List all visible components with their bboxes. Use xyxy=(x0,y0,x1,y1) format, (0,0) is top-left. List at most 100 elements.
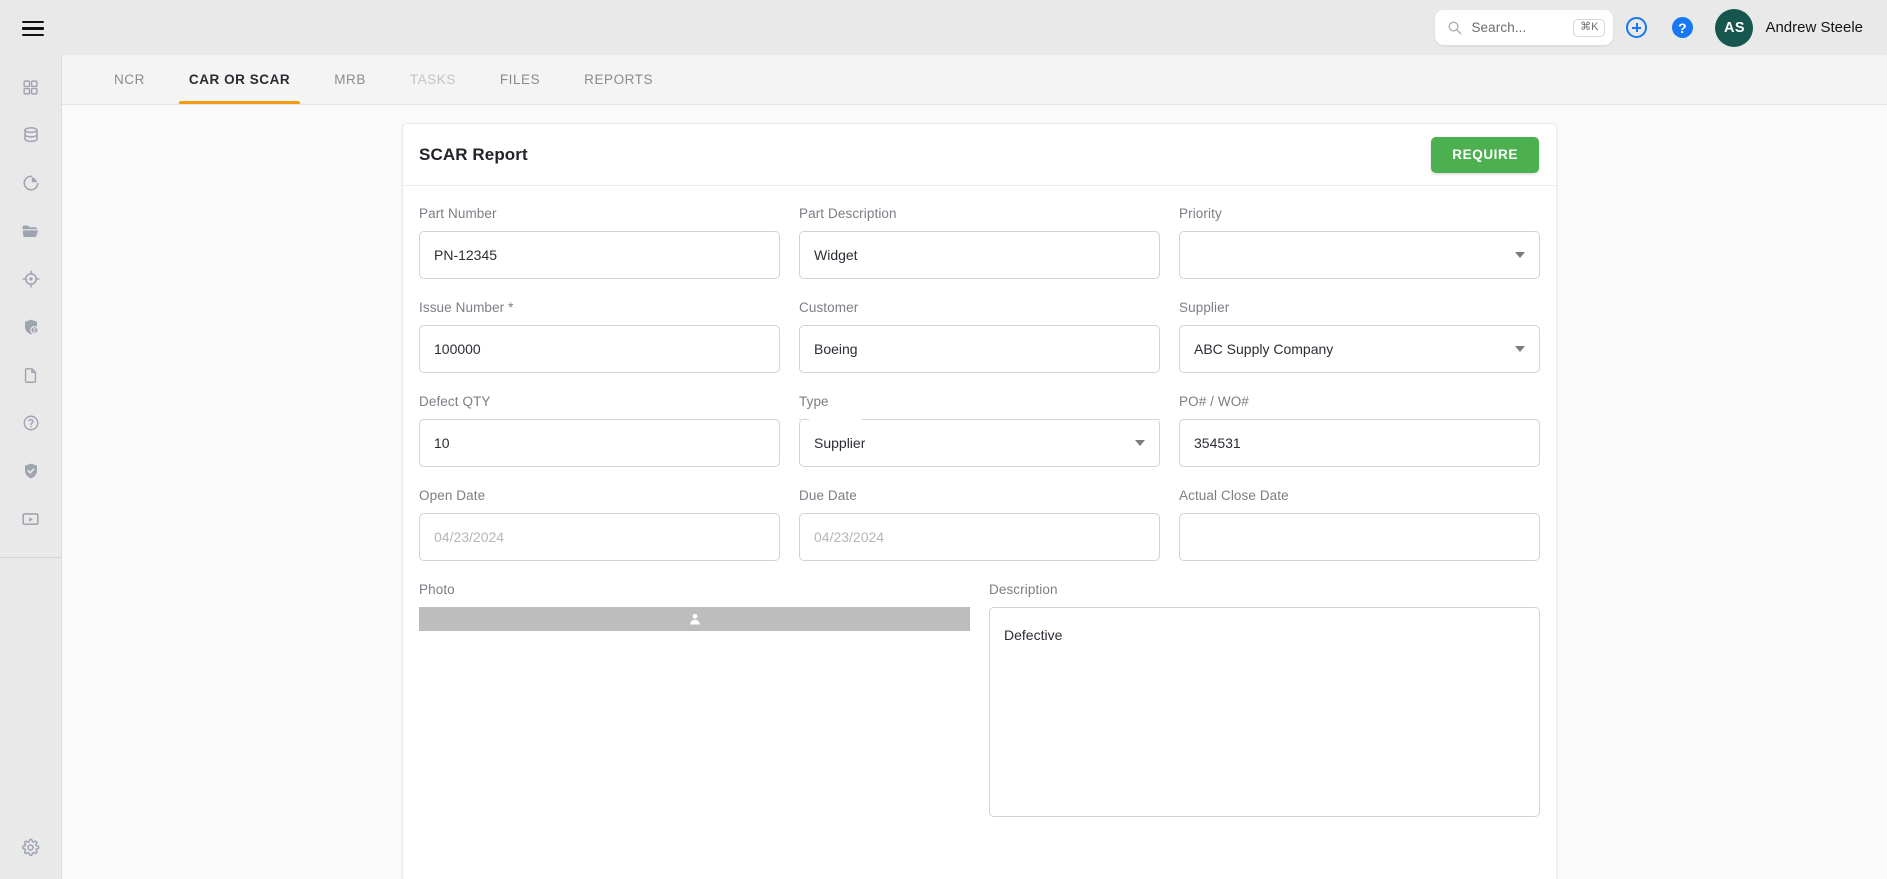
pie-chart-icon xyxy=(23,175,38,191)
help-button[interactable]: ? xyxy=(1659,0,1705,55)
database-icon xyxy=(23,127,38,143)
field-placeholder: 04/23/2024 xyxy=(814,529,885,545)
field-label: Due Date xyxy=(799,488,857,503)
sidebar-item-help[interactable] xyxy=(14,411,48,435)
customer-input[interactable]: Boeing xyxy=(799,325,1160,373)
form-row-5: Photo Description Defective xyxy=(419,582,1540,817)
field-label: Part Description xyxy=(799,206,897,221)
tab-bar: NCR CAR OR SCAR MRB TASKS FILES REPORTS xyxy=(62,55,1887,105)
sidebar-item-quality[interactable] xyxy=(14,459,48,483)
sidebar xyxy=(0,55,62,879)
supplier-select[interactable]: ABC Supply Company xyxy=(1179,325,1540,373)
sidebar-item-dashboard[interactable] xyxy=(14,75,48,99)
tab-mrb[interactable]: MRB xyxy=(312,54,388,104)
part-number-input[interactable]: PN-12345 xyxy=(419,231,780,279)
field-label: PO# / WO# xyxy=(1179,394,1249,409)
gear-icon xyxy=(22,838,40,856)
search-shortcut-badge: ⌘K xyxy=(1573,18,1606,37)
field-placeholder: 04/23/2024 xyxy=(434,529,505,545)
main-content: SCAR Report REQUIRE Part Number PN-12345… xyxy=(62,105,1887,879)
search-input[interactable]: Search... ⌘K xyxy=(1435,10,1614,45)
priority-select[interactable] xyxy=(1179,231,1540,279)
require-button[interactable]: REQUIRE xyxy=(1431,136,1539,173)
field-value: 354531 xyxy=(1194,435,1241,451)
field-defect-qty: Defect QTY 10 xyxy=(419,394,780,467)
chevron-down-icon xyxy=(1515,346,1525,352)
sidebar-divider xyxy=(0,557,62,558)
sidebar-footer xyxy=(14,835,48,879)
field-value: Supplier xyxy=(814,435,866,451)
sidebar-items xyxy=(14,55,48,531)
form-row-2: Issue Number * 100000 Customer Boeing Su… xyxy=(419,300,1540,373)
tab-files[interactable]: FILES xyxy=(478,54,562,104)
field-label: Issue Number * xyxy=(419,300,514,315)
form-row-3: Defect QTY 10 Type Supplier PO# / WO# 35… xyxy=(419,394,1540,467)
shield-check-icon xyxy=(24,463,37,479)
add-button[interactable] xyxy=(1613,0,1659,55)
sidebar-item-suppliers[interactable] xyxy=(14,315,48,339)
field-value: Widget xyxy=(814,247,858,263)
hamburger-bar xyxy=(22,34,44,37)
actual-close-date-input[interactable] xyxy=(1179,513,1540,561)
question-circle-icon xyxy=(23,415,38,431)
issue-number-input[interactable]: 100000 xyxy=(419,325,780,373)
field-label: Supplier xyxy=(1179,300,1230,315)
field-label: Open Date xyxy=(419,488,486,503)
card-header: SCAR Report REQUIRE xyxy=(403,124,1556,186)
sidebar-item-database[interactable] xyxy=(14,123,48,147)
field-po-wo: PO# / WO# 354531 xyxy=(1179,394,1540,467)
type-select[interactable]: Supplier xyxy=(799,419,1160,467)
grid-dashboard-icon xyxy=(23,79,38,95)
field-label: Part Number xyxy=(419,206,497,221)
search-placeholder: Search... xyxy=(1471,20,1527,35)
plus-circle-icon xyxy=(1625,17,1647,38)
help-circle-icon: ? xyxy=(1671,17,1693,38)
form-row-4: Open Date 04/23/2024 Due Date 04/23/2024… xyxy=(419,488,1540,561)
field-type: Type Supplier xyxy=(799,394,1160,467)
user-name-label: Andrew Steele xyxy=(1765,19,1863,36)
defect-qty-input[interactable]: 10 xyxy=(419,419,780,467)
sidebar-item-analytics[interactable] xyxy=(14,171,48,195)
field-priority: Priority xyxy=(1179,206,1540,279)
hamburger-bar xyxy=(22,27,44,30)
due-date-input[interactable]: 04/23/2024 xyxy=(799,513,1160,561)
field-issue-number: Issue Number * 100000 xyxy=(419,300,780,373)
avatar[interactable]: AS xyxy=(1715,8,1754,47)
sidebar-item-training[interactable] xyxy=(14,507,48,531)
tab-tasks[interactable]: TASKS xyxy=(388,54,478,104)
field-label: Actual Close Date xyxy=(1179,488,1289,503)
field-description: Description Defective xyxy=(989,582,1540,817)
tab-ncr[interactable]: NCR xyxy=(92,54,167,104)
chevron-down-icon xyxy=(1515,252,1525,258)
sidebar-item-targets[interactable] xyxy=(14,267,48,291)
field-value: Boeing xyxy=(814,341,858,357)
form-row-1: Part Number PN-12345 Part Description Wi… xyxy=(419,206,1540,279)
field-label: Defect QTY xyxy=(419,394,491,409)
sidebar-item-documents[interactable] xyxy=(14,363,48,387)
scar-report-form: Part Number PN-12345 Part Description Wi… xyxy=(403,186,1556,817)
po-wo-input[interactable]: 354531 xyxy=(1179,419,1540,467)
field-value: PN-12345 xyxy=(434,247,498,263)
sidebar-item-settings[interactable] xyxy=(14,835,48,859)
field-label: Type xyxy=(799,394,829,409)
document-icon xyxy=(24,367,37,383)
shield-user-icon xyxy=(24,319,39,335)
part-description-input[interactable]: Widget xyxy=(799,231,1160,279)
folder-open-icon xyxy=(22,225,39,237)
open-date-input[interactable]: 04/23/2024 xyxy=(419,513,780,561)
tab-reports[interactable]: REPORTS xyxy=(562,54,675,104)
video-play-icon xyxy=(22,512,39,525)
field-label: Customer xyxy=(799,300,859,315)
field-value: 10 xyxy=(434,435,450,451)
field-customer: Customer Boeing xyxy=(799,300,1160,373)
scar-report-card: SCAR Report REQUIRE Part Number PN-12345… xyxy=(402,123,1557,879)
field-photo: Photo xyxy=(419,582,970,817)
field-label: Priority xyxy=(1179,206,1222,221)
field-value: 100000 xyxy=(434,341,481,357)
tab-car-or-scar[interactable]: CAR OR SCAR xyxy=(167,54,312,104)
sidebar-item-files[interactable] xyxy=(14,219,48,243)
description-textarea[interactable]: Defective xyxy=(989,607,1540,817)
photo-upload-placeholder[interactable] xyxy=(419,607,970,631)
field-label: Description xyxy=(989,582,1058,597)
hamburger-menu-icon[interactable] xyxy=(22,20,44,37)
